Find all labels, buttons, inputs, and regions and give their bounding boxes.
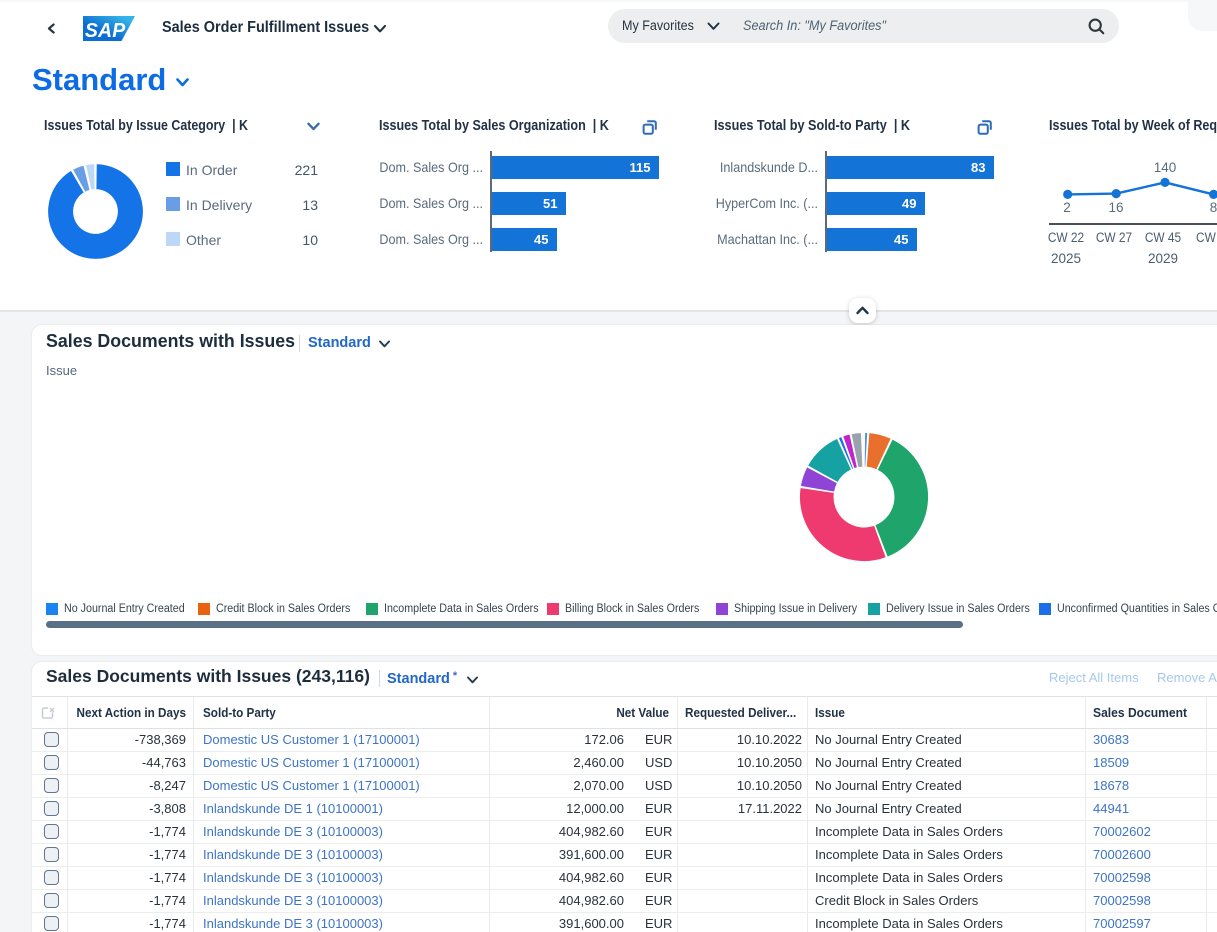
svg-text:SAP: SAP [85, 20, 126, 41]
